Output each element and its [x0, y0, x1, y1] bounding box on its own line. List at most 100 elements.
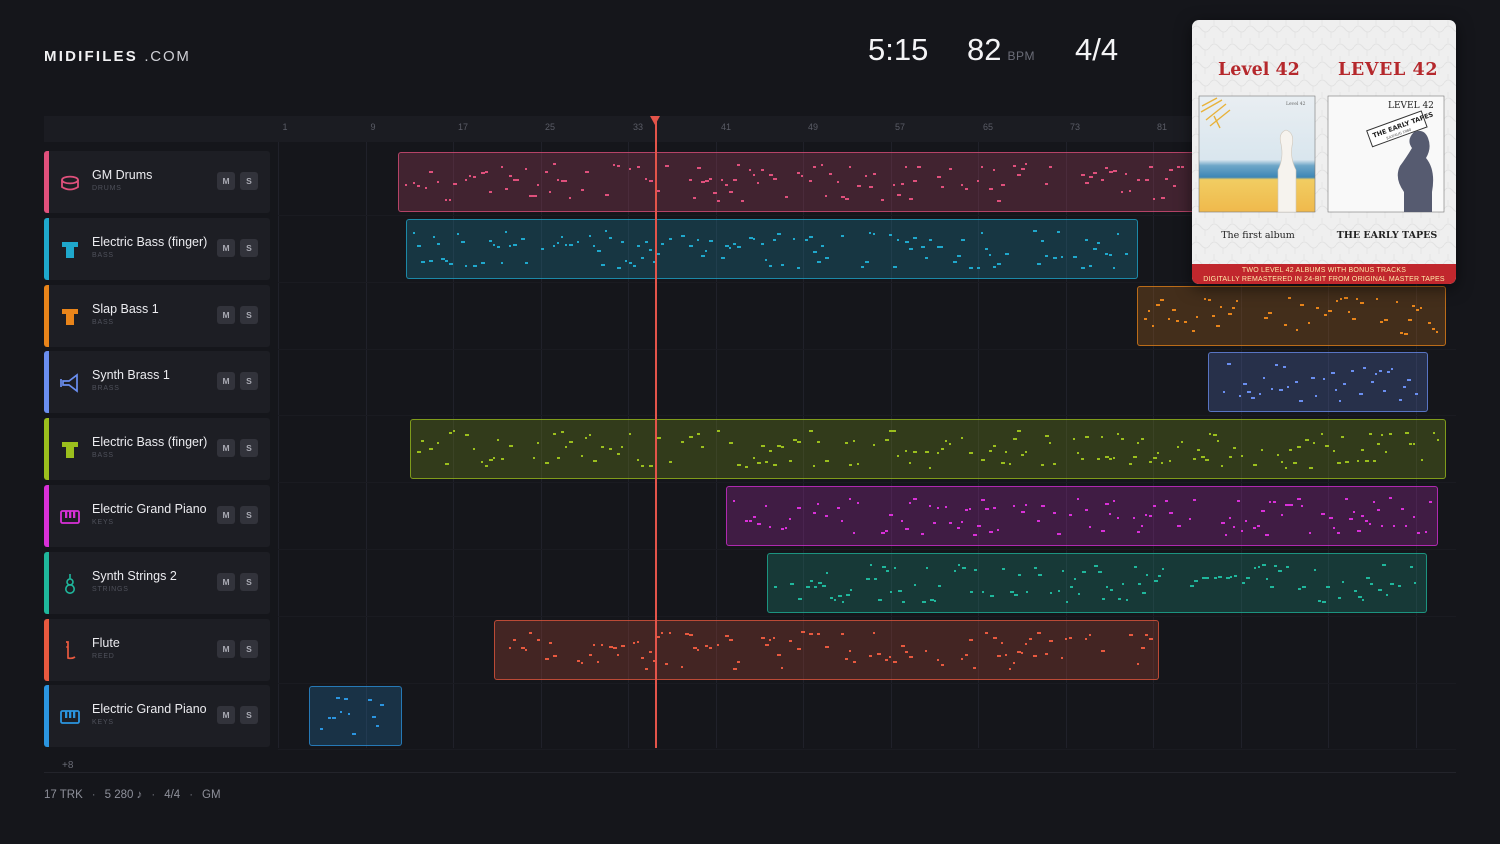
keyboard-icon	[60, 710, 80, 724]
track-header[interactable]: Synth Strings 2 STRINGS M S	[44, 552, 270, 614]
keyboard-icon	[60, 510, 80, 524]
track-category: STRINGS	[92, 586, 129, 593]
time-display: 5:15	[868, 32, 929, 67]
midi-clip[interactable]	[726, 486, 1438, 546]
track-header[interactable]: Slap Bass 1 BASS M S	[44, 285, 270, 347]
album-banner: TWO LEVEL 42 ALBUMS WITH BONUS TRACKS DIG…	[1192, 264, 1456, 284]
midi-clip[interactable]	[410, 419, 1446, 479]
track-category: KEYS	[92, 719, 114, 726]
lane-separator	[278, 749, 1456, 750]
lane-separator	[278, 683, 1456, 684]
track-category: DRUMS	[92, 185, 122, 192]
footer-divider	[44, 772, 1456, 773]
mute-button[interactable]: M	[217, 372, 235, 390]
midi-clip[interactable]	[494, 620, 1159, 680]
solo-button[interactable]: S	[240, 640, 258, 658]
mute-button[interactable]: M	[217, 706, 235, 724]
bass-icon	[62, 242, 78, 258]
solo-button[interactable]: S	[240, 506, 258, 524]
left-inner-title: Level 42	[1286, 101, 1306, 107]
ruler-bar-label: 25	[544, 122, 556, 132]
tempo-display: 82 BPM	[967, 32, 1035, 68]
track-category: REED	[92, 653, 115, 660]
bass-icon	[62, 442, 78, 458]
mute-button[interactable]: M	[217, 506, 235, 524]
track-color-bar	[44, 418, 49, 480]
clip-notes	[413, 230, 1128, 269]
lane-separator	[278, 349, 1456, 350]
mute-button[interactable]: M	[217, 640, 235, 658]
mute-button[interactable]: M	[217, 439, 235, 457]
midi-clip[interactable]	[767, 553, 1427, 613]
midi-clip[interactable]	[398, 152, 1196, 212]
tempo-value: 82	[967, 32, 1002, 67]
track-name: Slap Bass 1	[92, 302, 159, 316]
solo-button[interactable]: S	[240, 372, 258, 390]
left-album-title: Level 42	[1218, 60, 1300, 80]
track-color-bar	[44, 485, 49, 547]
track-name: Electric Bass (finger)	[92, 435, 208, 449]
track-header[interactable]: Electric Grand Piano KEYS M S	[44, 685, 270, 747]
solo-button[interactable]: S	[240, 706, 258, 724]
right-album-caption: THE EARLY TAPES	[1336, 230, 1438, 241]
brand-domain: .COM	[144, 48, 191, 65]
status-footer: 17 TRK · 5 280 ♪ · 4/4 · GM	[44, 789, 221, 801]
banner-line-2: DIGITALLY REMASTERED IN 24-BIT FROM ORIG…	[1203, 276, 1445, 283]
more-tracks-label[interactable]: +8	[62, 760, 73, 771]
solo-button[interactable]: S	[240, 306, 258, 324]
mute-button[interactable]: M	[217, 573, 235, 591]
banner-line-1: TWO LEVEL 42 ALBUMS WITH BONUS TRACKS	[1241, 267, 1407, 274]
track-header[interactable]: Electric Bass (finger) BASS M S	[44, 218, 270, 280]
track-name: Electric Grand Piano	[92, 702, 207, 716]
right-album-title: LEVEL 42	[1338, 60, 1439, 80]
ruler-bar-label: 57	[894, 122, 906, 132]
note-count: 5 280 ♪	[104, 789, 143, 801]
brand-name: MIDIFILES	[44, 48, 138, 65]
track-count: 17 TRK	[44, 789, 83, 801]
ruler-bar-label: 33	[632, 122, 644, 132]
clip-notes	[1223, 363, 1418, 402]
clip-notes	[1144, 297, 1438, 335]
track-name: Electric Bass (finger)	[92, 235, 208, 249]
track-header[interactable]: Flute REED M S	[44, 619, 270, 681]
track-name: Electric Grand Piano	[92, 502, 207, 516]
ruler-bar-label: 17	[457, 122, 469, 132]
track-color-bar	[44, 218, 49, 280]
track-color-bar	[44, 151, 49, 213]
track-header[interactable]: Electric Grand Piano KEYS M S	[44, 485, 270, 547]
track-color-bar	[44, 351, 49, 413]
solo-button[interactable]: S	[240, 239, 258, 257]
track-header[interactable]: Synth Brass 1 BRASS M S	[44, 351, 270, 413]
clip-notes	[774, 564, 1416, 603]
mute-button[interactable]: M	[217, 172, 235, 190]
playhead[interactable]	[655, 120, 657, 748]
midi-clip[interactable]	[1208, 352, 1428, 412]
album-cover[interactable]: Level 42 LEVEL 42 THE EARLY TAPES JULY/A…	[1192, 20, 1456, 284]
bass-icon	[62, 309, 78, 325]
tempo-unit: BPM	[1007, 49, 1035, 63]
horn-icon	[60, 373, 78, 393]
clip-notes	[733, 497, 1432, 536]
clip-notes	[417, 430, 1439, 469]
track-color-bar	[44, 619, 49, 681]
lane-separator	[278, 482, 1456, 483]
midi-clip[interactable]	[406, 219, 1138, 279]
solo-button[interactable]: S	[240, 573, 258, 591]
drum-icon	[61, 175, 79, 191]
midi-clip[interactable]	[1137, 286, 1446, 346]
ruler-bar-label: 65	[982, 122, 994, 132]
midi-standard: GM	[202, 789, 221, 801]
solo-button[interactable]: S	[240, 172, 258, 190]
midi-clip[interactable]	[309, 686, 402, 746]
mute-button[interactable]: M	[217, 239, 235, 257]
mute-button[interactable]: M	[217, 306, 235, 324]
playhead-handle[interactable]	[650, 116, 660, 125]
solo-button[interactable]: S	[240, 439, 258, 457]
bar-gridline	[278, 142, 279, 748]
track-header[interactable]: Electric Bass (finger) BASS M S	[44, 418, 270, 480]
track-color-bar	[44, 552, 49, 614]
ruler-bar-label: 1	[282, 122, 288, 132]
track-header[interactable]: GM Drums DRUMS M S	[44, 151, 270, 213]
clip-notes	[509, 631, 1153, 670]
track-color-bar	[44, 685, 49, 747]
